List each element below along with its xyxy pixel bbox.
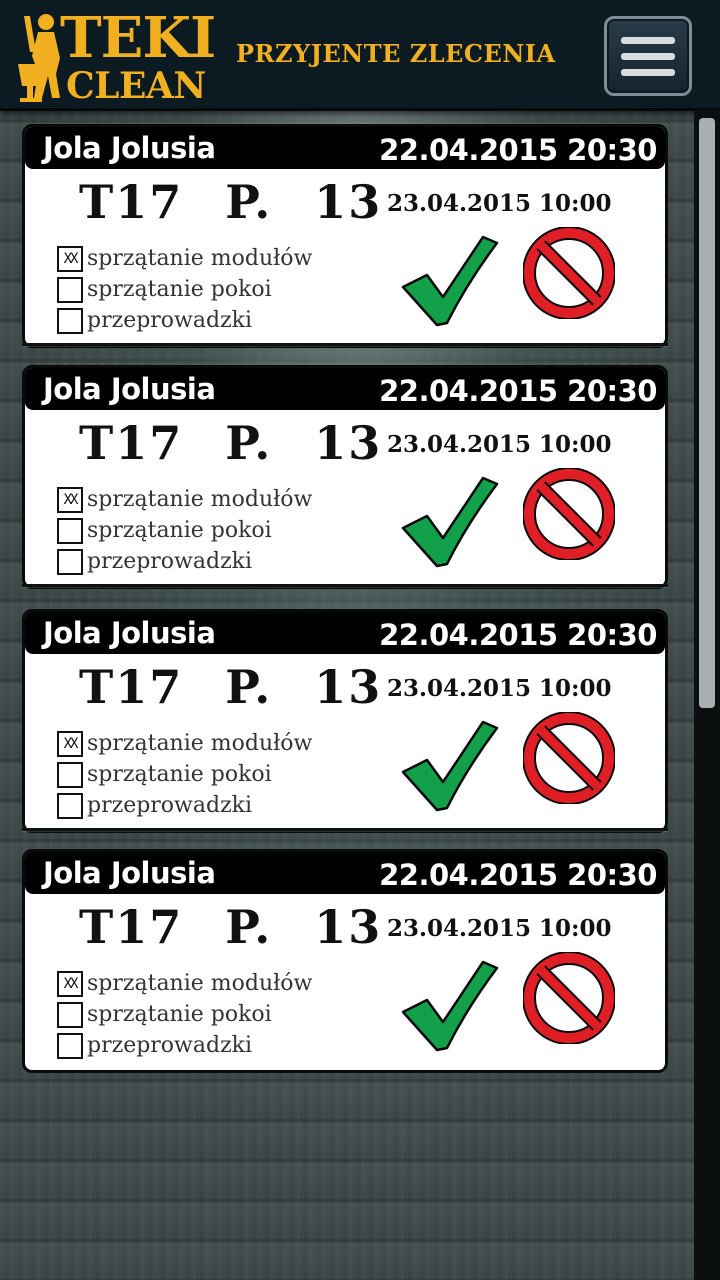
service-label: sprzątanie pokoi	[87, 518, 272, 543]
order-card-header: Jola Jolusia 22.04.2015 20:30	[25, 368, 665, 410]
service-list: XX sprzątanie modułów sprzątanie pokoi p…	[57, 245, 377, 338]
service-option: XX sprzątanie modułów	[57, 245, 377, 276]
service-option: XX sprzątanie modułów	[57, 486, 377, 517]
service-option: przeprowadzki	[57, 1032, 377, 1063]
client-name: Jola Jolusia	[43, 131, 216, 165]
app-logo: TEKI CLEAN	[16, 8, 216, 106]
green-check-icon[interactable]	[397, 712, 501, 812]
service-option: sprzątanie pokoi	[57, 761, 377, 792]
scheduled-datetime: 23.04.2015 10:00	[387, 675, 612, 702]
order-card: Jola Jolusia 22.04.2015 20:30 T17 P. 13 …	[22, 365, 668, 589]
room-location: T17 P. 13	[79, 900, 383, 954]
service-checkbox[interactable]	[57, 762, 83, 788]
service-checkbox[interactable]: XX	[57, 246, 83, 272]
service-checkbox[interactable]	[57, 308, 83, 334]
app-header: TEKI CLEAN PRZYJENTE ZLECENIA	[0, 0, 720, 111]
client-name: Jola Jolusia	[43, 856, 216, 890]
service-option: sprzątanie pokoi	[57, 1001, 377, 1032]
order-card-header: Jola Jolusia 22.04.2015 20:30	[25, 612, 665, 654]
hamburger-menu-icon	[621, 53, 675, 60]
logo-text-clean: CLEAN	[66, 65, 206, 107]
service-label: przeprowadzki	[87, 308, 253, 333]
service-checkbox[interactable]: XX	[57, 487, 83, 513]
service-checkbox[interactable]	[57, 518, 83, 544]
red-prohibited-icon[interactable]	[523, 468, 615, 560]
service-label: sprzątanie modułów	[87, 731, 313, 756]
room-location: T17 P. 13	[79, 175, 383, 229]
list-divider	[22, 343, 668, 346]
room-location: T17 P. 13	[79, 660, 383, 714]
received-datetime: 22.04.2015 20:30	[379, 374, 657, 408]
received-datetime: 22.04.2015 20:30	[379, 133, 657, 167]
scrollbar-thumb[interactable]	[699, 118, 715, 708]
service-label: sprzątanie modułów	[87, 971, 313, 996]
green-check-icon[interactable]	[397, 952, 501, 1052]
green-check-icon[interactable]	[397, 468, 501, 568]
room-location: T17 P. 13	[79, 416, 383, 470]
service-checkbox[interactable]	[57, 793, 83, 819]
service-label: przeprowadzki	[87, 1033, 253, 1058]
hamburger-menu-icon	[621, 69, 675, 76]
service-label: sprzątanie modułów	[87, 246, 313, 271]
logo-text-teki: TEKI	[60, 5, 216, 71]
received-datetime: 22.04.2015 20:30	[379, 618, 657, 652]
scheduled-datetime: 23.04.2015 10:00	[387, 915, 612, 942]
green-check-icon[interactable]	[397, 227, 501, 327]
order-card: Jola Jolusia 22.04.2015 20:30 T17 P. 13 …	[22, 849, 668, 1073]
service-label: sprzątanie pokoi	[87, 1002, 272, 1027]
red-prohibited-icon[interactable]	[523, 712, 615, 804]
service-list: XX sprzątanie modułów sprzątanie pokoi p…	[57, 486, 377, 579]
service-label: sprzątanie pokoi	[87, 762, 272, 787]
scrollbar-track[interactable]	[694, 110, 720, 1280]
service-option: przeprowadzki	[57, 792, 377, 823]
client-name: Jola Jolusia	[43, 616, 216, 650]
red-prohibited-icon[interactable]	[523, 227, 615, 319]
order-card-header: Jola Jolusia 22.04.2015 20:30	[25, 852, 665, 894]
service-label: przeprowadzki	[87, 793, 253, 818]
service-label: przeprowadzki	[87, 549, 253, 574]
order-card-header: Jola Jolusia 22.04.2015 20:30	[25, 127, 665, 169]
service-option: przeprowadzki	[57, 307, 377, 338]
service-checkbox[interactable]	[57, 1033, 83, 1059]
service-label: sprzątanie modułów	[87, 487, 313, 512]
service-option: sprzątanie pokoi	[57, 276, 377, 307]
scheduled-datetime: 23.04.2015 10:00	[387, 431, 612, 458]
list-divider	[22, 584, 668, 587]
service-label: sprzątanie pokoi	[87, 277, 272, 302]
service-checkbox[interactable]: XX	[57, 971, 83, 997]
service-checkbox[interactable]: XX	[57, 731, 83, 757]
scheduled-datetime: 23.04.2015 10:00	[387, 190, 612, 217]
client-name: Jola Jolusia	[43, 372, 216, 406]
service-option: sprzątanie pokoi	[57, 517, 377, 548]
service-option: XX sprzątanie modułów	[57, 730, 377, 761]
service-option: przeprowadzki	[57, 548, 377, 579]
order-card: Jola Jolusia 22.04.2015 20:30 T17 P. 13 …	[22, 609, 668, 833]
list-divider	[22, 828, 668, 831]
service-checkbox[interactable]	[57, 549, 83, 575]
page-title: PRZYJENTE ZLECENIA	[236, 39, 556, 68]
hamburger-menu-icon	[621, 37, 675, 44]
service-option: XX sprzątanie modułów	[57, 970, 377, 1001]
order-card: Jola Jolusia 22.04.2015 20:30 T17 P. 13 …	[22, 124, 668, 348]
menu-button[interactable]	[604, 16, 692, 96]
service-list: XX sprzątanie modułów sprzątanie pokoi p…	[57, 730, 377, 823]
service-checkbox[interactable]	[57, 1002, 83, 1028]
received-datetime: 22.04.2015 20:30	[379, 858, 657, 892]
service-list: XX sprzątanie modułów sprzątanie pokoi p…	[57, 970, 377, 1063]
service-checkbox[interactable]	[57, 277, 83, 303]
red-prohibited-icon[interactable]	[523, 952, 615, 1044]
